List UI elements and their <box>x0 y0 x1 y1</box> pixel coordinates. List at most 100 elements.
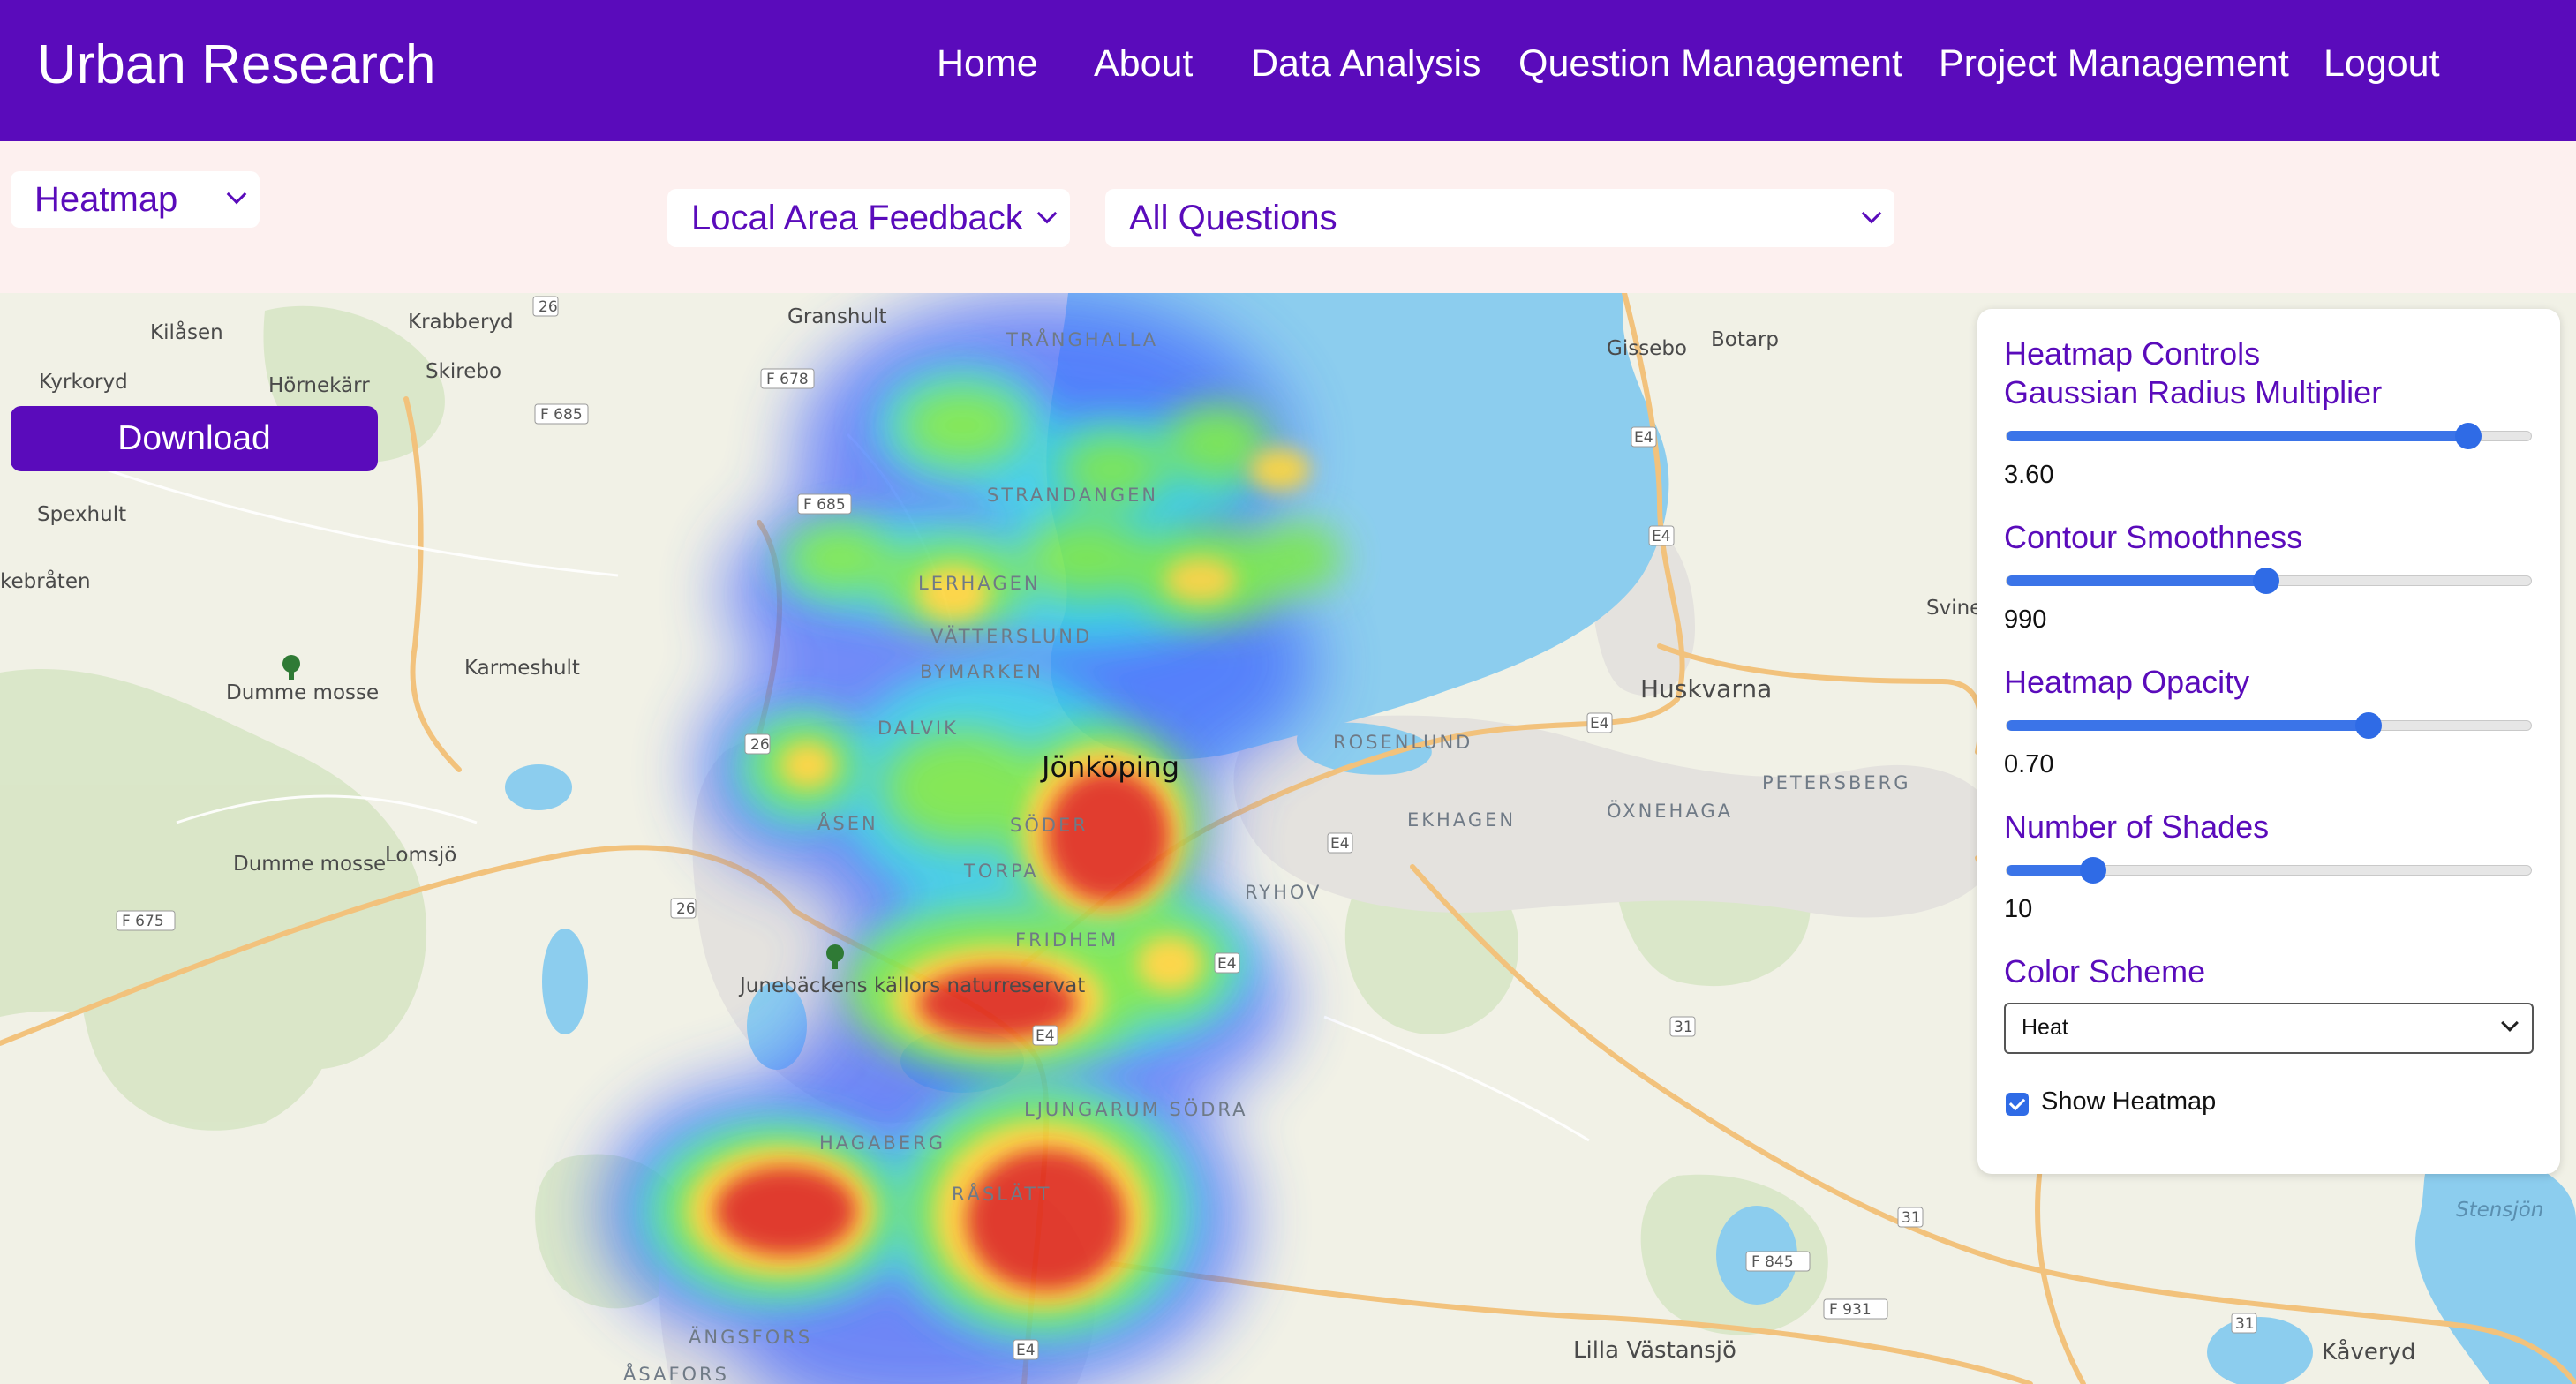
radius-label: Gaussian Radius Multiplier <box>2004 374 2383 410</box>
opacity-label: Heatmap Opacity <box>2004 664 2250 700</box>
filter-bar: Heatmap Local Area Feedback All Question… <box>0 141 2576 293</box>
road-shield: 26 <box>676 900 696 918</box>
road-shield: F 845 <box>1751 1253 1794 1271</box>
city-label: Jönköping <box>1040 750 1179 784</box>
place-label: Kåveryd <box>2322 1338 2416 1365</box>
smoothness-slider[interactable] <box>2006 568 2532 594</box>
road-shield: F 678 <box>766 371 809 388</box>
road-shield: F 685 <box>540 406 583 424</box>
place-label: Junebäckens källors naturreservat <box>738 974 1085 997</box>
district-label: SÖDER <box>1010 814 1088 836</box>
nav-question-management[interactable]: Question Management <box>1518 41 1902 86</box>
district-label: FRIDHEM <box>1015 929 1119 951</box>
district-label: TORPA <box>963 861 1039 882</box>
place-label: Kyrkoryd <box>39 371 128 394</box>
place-label: Krabberyd <box>408 311 514 334</box>
place-label: Granshult <box>787 305 887 328</box>
category-select[interactable]: Local Area Feedback <box>667 189 1070 247</box>
place-label: Huskvarna <box>1640 674 1772 703</box>
district-label: BYMARKEN <box>920 661 1043 682</box>
chevron-down-icon <box>2501 1014 2519 1032</box>
color-scheme-select[interactable]: Heat <box>2004 1003 2534 1054</box>
place-label: Gissebo <box>1607 337 1687 360</box>
show-heatmap-label[interactable]: Show Heatmap <box>2041 1087 2216 1117</box>
place-label: Lomsjö <box>385 844 456 867</box>
radius-slider[interactable] <box>2006 423 2532 449</box>
show-heatmap-checkbox[interactable] <box>2006 1093 2029 1116</box>
road-shield: 26 <box>750 736 770 754</box>
smoothness-label: Contour Smoothness <box>2004 519 2303 555</box>
place-label: Dumme mosse <box>226 681 379 704</box>
question-select[interactable]: All Questions <box>1105 189 1894 247</box>
road-shield: E4 <box>1016 1342 1036 1359</box>
place-label: Stensjön <box>2456 1199 2543 1222</box>
shades-value: 10 <box>2004 895 2033 923</box>
category-value: Local Area Feedback <box>691 199 1023 237</box>
district-label: LERHAGEN <box>918 573 1041 594</box>
district-label: ROSENLUND <box>1333 732 1473 753</box>
nav-data-analysis[interactable]: Data Analysis <box>1251 41 1481 86</box>
app-title[interactable]: Urban Research <box>37 34 435 97</box>
road-shield: 31 <box>1902 1209 1921 1227</box>
place-label: Lilla Västansjö <box>1573 1337 1736 1364</box>
road-shield: E4 <box>1652 528 1671 545</box>
radius-value: 3.60 <box>2004 461 2054 489</box>
road-shield: F 685 <box>803 496 846 514</box>
district-label: VÄTTERSLUND <box>930 625 1092 647</box>
place-label: Karmeshult <box>464 657 580 680</box>
top-navbar: Urban Research Home About Data Analysis … <box>0 0 2576 141</box>
heatmap-controls-panel: Heatmap Controls Gaussian Radius Multipl… <box>1977 309 2560 1174</box>
district-label: DALVIK <box>877 718 959 739</box>
district-label: EKHAGEN <box>1407 809 1516 831</box>
download-button[interactable]: Download <box>11 406 378 471</box>
district-label: RYHOV <box>1245 882 1322 903</box>
district-label: ÅSEN <box>817 811 878 834</box>
nav-logout[interactable]: Logout <box>2324 41 2440 86</box>
smoothness-value: 990 <box>2004 606 2047 634</box>
opacity-slider[interactable] <box>2006 712 2532 739</box>
place-label: Botarp <box>1711 328 1779 351</box>
color-scheme-value: Heat <box>2022 1015 2068 1040</box>
road-shield: E4 <box>1330 835 1350 853</box>
shades-slider[interactable] <box>2006 857 2532 884</box>
slider-thumb[interactable] <box>2454 423 2482 449</box>
place-label: Spexhult <box>37 503 126 526</box>
place-label: Svine <box>1926 597 1982 620</box>
place-label: Dumme mosse <box>233 853 386 876</box>
view-type-value: Heatmap <box>34 180 178 219</box>
road-shield: 31 <box>1674 1019 1693 1036</box>
slider-thumb[interactable] <box>2253 568 2280 594</box>
place-label: Kilåsen <box>150 320 223 344</box>
district-label: ÅSAFORS <box>623 1362 729 1384</box>
district-label: HAGABERG <box>819 1132 945 1154</box>
opacity-value: 0.70 <box>2004 750 2054 778</box>
place-label: Hörnekärr <box>268 374 370 397</box>
district-label: STRANDANGEN <box>987 485 1158 506</box>
district-label: PETERSBERG <box>1762 772 1911 794</box>
panel-title: Heatmap Controls <box>2004 335 2261 372</box>
scheme-label: Color Scheme <box>2004 953 2206 989</box>
district-label: LJUNGARUM SÖDRA <box>1024 1098 1248 1120</box>
place-label: kebråten <box>0 568 91 593</box>
nav-about[interactable]: About <box>1094 41 1193 86</box>
nav-project-management[interactable]: Project Management <box>1939 41 2289 86</box>
shades-label: Number of Shades <box>2004 809 2270 845</box>
road-shield: 26 <box>539 298 558 316</box>
district-label: RÅSLÄTT <box>952 1182 1052 1205</box>
road-shield: 31 <box>2235 1315 2255 1333</box>
slider-fill <box>2007 431 2468 441</box>
slider-thumb[interactable] <box>2354 712 2382 739</box>
slider-fill <box>2007 575 2267 586</box>
road-shield: E4 <box>1036 1027 1055 1045</box>
road-shield: F 931 <box>1829 1301 1872 1319</box>
road-shield: F 675 <box>122 913 164 930</box>
chevron-down-icon <box>1861 203 1882 224</box>
district-label: ÄNGSFORS <box>689 1326 812 1348</box>
question-value: All Questions <box>1129 199 1337 237</box>
road-shield: E4 <box>1217 955 1237 973</box>
view-type-select[interactable]: Heatmap <box>11 171 260 228</box>
place-label: Skirebo <box>426 360 501 383</box>
slider-fill <box>2007 720 2369 731</box>
slider-thumb[interactable] <box>2080 857 2106 884</box>
nav-home[interactable]: Home <box>937 41 1038 86</box>
